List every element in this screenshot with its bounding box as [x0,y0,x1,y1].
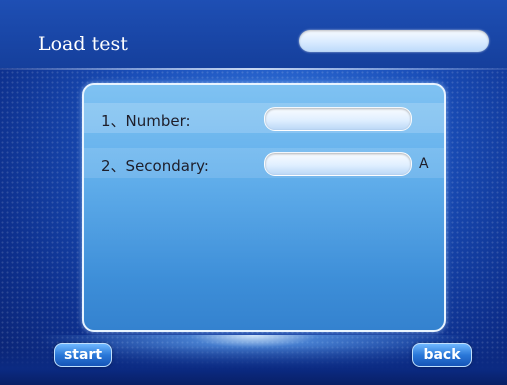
header-bar: Load test [0,0,507,68]
header-divider [0,68,507,70]
form-panel: 1、Number: 2、Secondary: A [82,83,446,332]
header-status-field[interactable] [299,30,489,52]
load-test-screen: Load test 1、Number: 2、Secondary: A start… [0,0,507,385]
back-button[interactable]: back [412,343,472,367]
page-title: Load test [38,33,128,55]
start-button[interactable]: start [54,343,112,367]
number-label: 1、Number: [101,112,191,130]
secondary-unit: A [419,156,429,172]
form-row-secondary: 2、Secondary: A [84,148,444,178]
secondary-label: 2、Secondary: [101,157,209,175]
secondary-input[interactable] [264,152,412,176]
form-row-number: 1、Number: [84,103,444,133]
number-input[interactable] [264,107,412,131]
